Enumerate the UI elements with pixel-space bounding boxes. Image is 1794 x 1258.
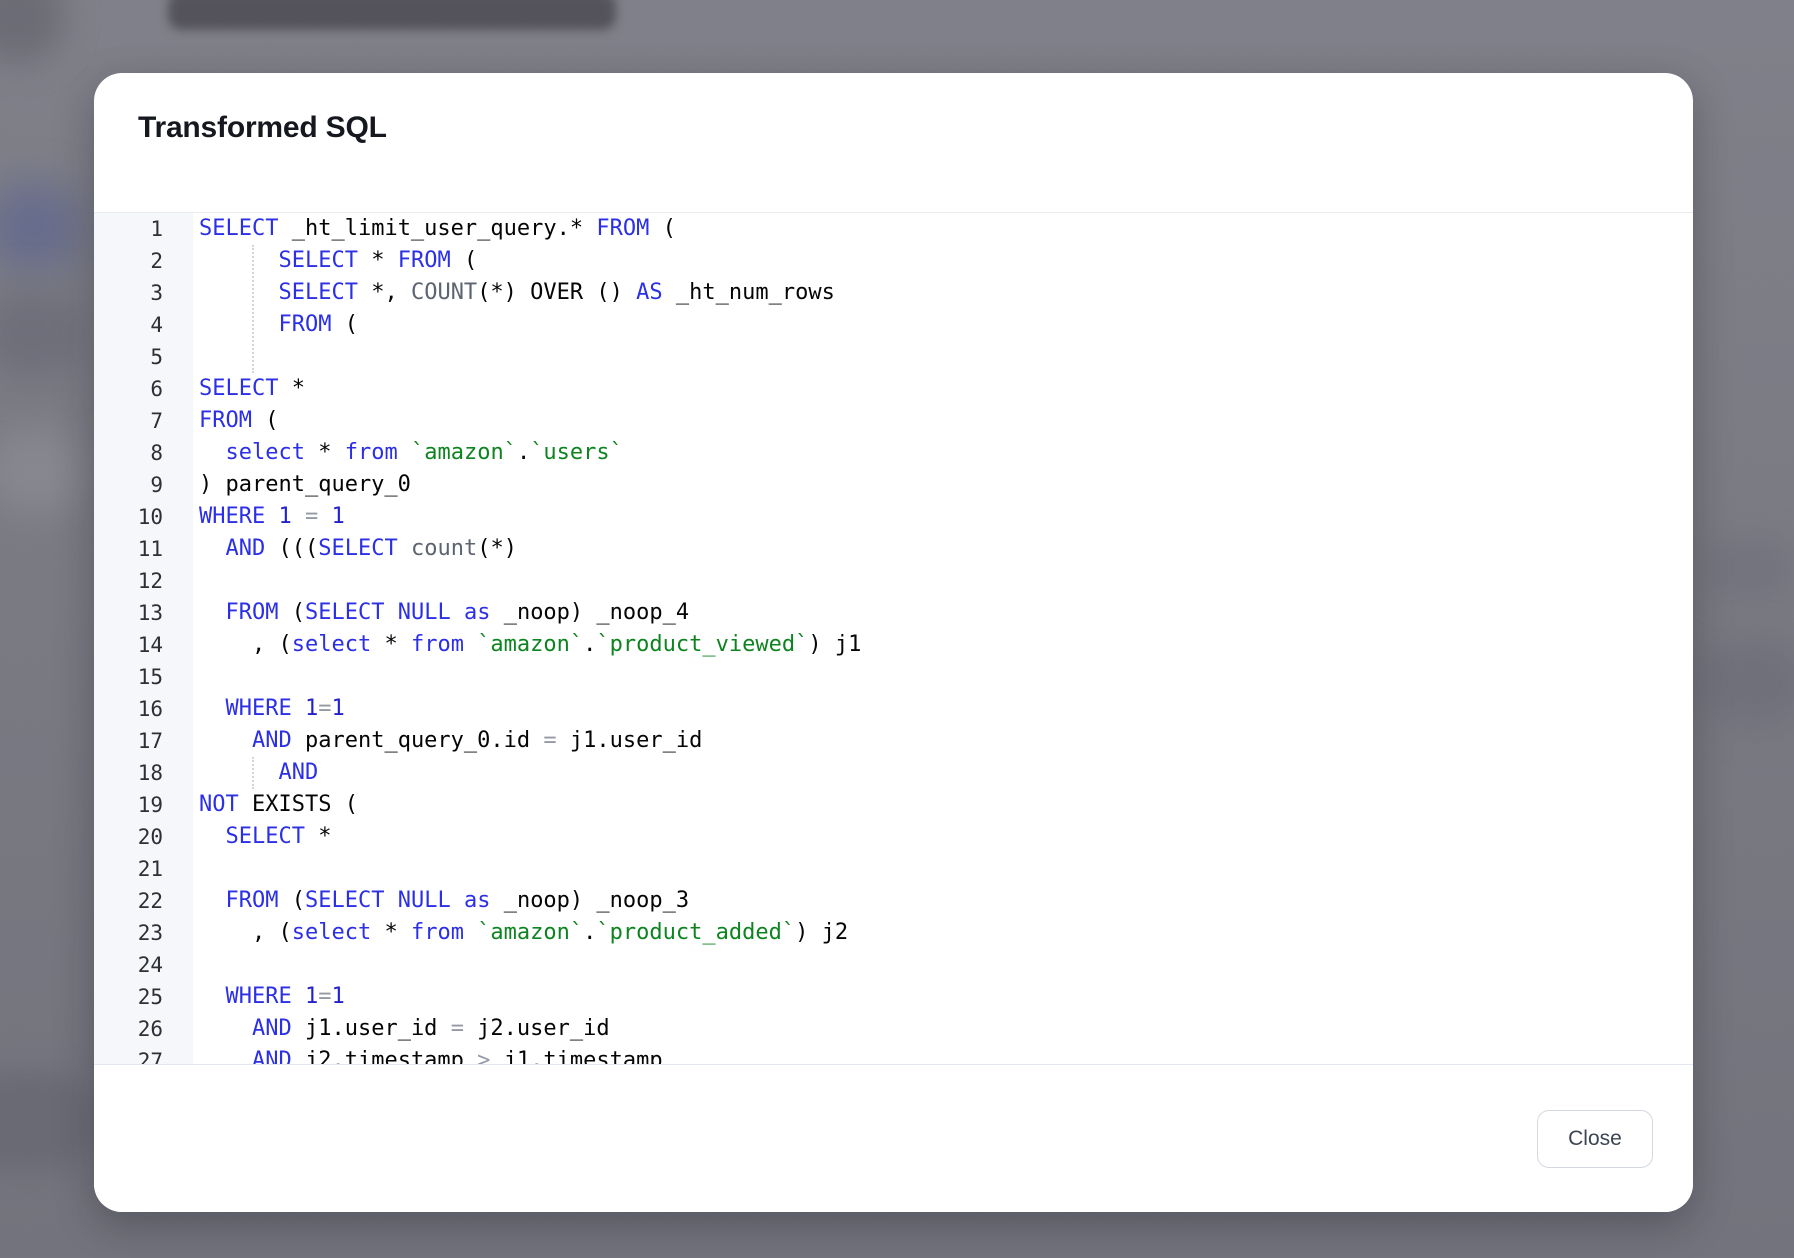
line-content <box>193 853 199 885</box>
dialog-header: Transformed SQL <box>94 73 1693 212</box>
line-number: 27 <box>94 1045 193 1065</box>
line-content: select * from `amazon`.`users` <box>193 437 623 469</box>
dialog-footer: Close <box>94 1065 1693 1212</box>
code-line: 4 FROM ( <box>94 309 1693 341</box>
line-content: FROM ( <box>193 405 278 437</box>
line-content: WHERE 1=1 <box>193 981 345 1013</box>
dialog-title: Transformed SQL <box>138 109 1649 147</box>
line-number: 23 <box>94 917 193 949</box>
code-line: 27 AND j2.timestamp > j1.timestamp <box>94 1045 1693 1065</box>
line-content <box>193 661 199 693</box>
sql-code-lines: 1SELECT _ht_limit_user_query.* FROM (2 S… <box>94 213 1693 1065</box>
line-number: 19 <box>94 789 193 821</box>
code-line: 16 WHERE 1=1 <box>94 693 1693 725</box>
code-line: 7FROM ( <box>94 405 1693 437</box>
line-number: 9 <box>94 469 193 501</box>
line-content: FROM ( <box>193 309 358 341</box>
line-content: AND <box>193 757 318 789</box>
line-number: 5 <box>94 341 193 373</box>
line-content: SELECT *, COUNT(*) OVER () AS _ht_num_ro… <box>193 277 835 309</box>
code-line: 1SELECT _ht_limit_user_query.* FROM ( <box>94 213 1693 245</box>
line-number: 21 <box>94 853 193 885</box>
line-number: 11 <box>94 533 193 565</box>
line-number: 10 <box>94 501 193 533</box>
code-line: 5 <box>94 341 1693 373</box>
sql-code-viewer[interactable]: 1SELECT _ht_limit_user_query.* FROM (2 S… <box>94 212 1693 1065</box>
code-line: 15 <box>94 661 1693 693</box>
line-content: WHERE 1 = 1 <box>193 501 345 533</box>
line-content: , (select * from `amazon`.`product_added… <box>193 917 848 949</box>
line-content: NOT EXISTS ( <box>193 789 358 821</box>
line-number: 24 <box>94 949 193 981</box>
line-content: AND (((SELECT count(*) <box>193 533 517 565</box>
line-content: ) parent_query_0 <box>193 469 411 501</box>
code-line: 18 AND <box>94 757 1693 789</box>
line-number: 14 <box>94 629 193 661</box>
line-content: WHERE 1=1 <box>193 693 345 725</box>
line-content: SELECT * <box>193 821 331 853</box>
code-line: 12 <box>94 565 1693 597</box>
line-number: 4 <box>94 309 193 341</box>
line-number: 20 <box>94 821 193 853</box>
line-content: SELECT _ht_limit_user_query.* FROM ( <box>193 213 676 245</box>
line-number: 3 <box>94 277 193 309</box>
line-content: SELECT * <box>193 373 305 405</box>
code-line: 13 FROM (SELECT NULL as _noop) _noop_4 <box>94 597 1693 629</box>
line-content: FROM (SELECT NULL as _noop) _noop_3 <box>193 885 689 917</box>
code-line: 8 select * from `amazon`.`users` <box>94 437 1693 469</box>
code-line: 23 , (select * from `amazon`.`product_ad… <box>94 917 1693 949</box>
transformed-sql-dialog: Transformed SQL 1SELECT _ht_limit_user_q… <box>94 73 1693 1212</box>
code-line: 3 SELECT *, COUNT(*) OVER () AS _ht_num_… <box>94 277 1693 309</box>
code-line: 19NOT EXISTS ( <box>94 789 1693 821</box>
screen: { "dialog": { "title": "Transformed SQL"… <box>0 0 1794 1258</box>
line-content: , (select * from `amazon`.`product_viewe… <box>193 629 861 661</box>
line-number: 22 <box>94 885 193 917</box>
line-number: 1 <box>94 213 193 245</box>
line-number: 18 <box>94 757 193 789</box>
code-line: 26 AND j1.user_id = j2.user_id <box>94 1013 1693 1045</box>
code-line: 20 SELECT * <box>94 821 1693 853</box>
line-content <box>193 949 199 981</box>
line-content: AND parent_query_0.id = j1.user_id <box>193 725 702 757</box>
code-line: 22 FROM (SELECT NULL as _noop) _noop_3 <box>94 885 1693 917</box>
line-number: 8 <box>94 437 193 469</box>
line-content: FROM (SELECT NULL as _noop) _noop_4 <box>193 597 689 629</box>
line-content <box>193 565 199 597</box>
code-line: 17 AND parent_query_0.id = j1.user_id <box>94 725 1693 757</box>
code-line: 6SELECT * <box>94 373 1693 405</box>
code-line: 25 WHERE 1=1 <box>94 981 1693 1013</box>
line-number: 17 <box>94 725 193 757</box>
line-content: SELECT * FROM ( <box>193 245 477 277</box>
line-number: 15 <box>94 661 193 693</box>
code-line: 9) parent_query_0 <box>94 469 1693 501</box>
line-number: 25 <box>94 981 193 1013</box>
line-number: 2 <box>94 245 193 277</box>
line-number: 26 <box>94 1013 193 1045</box>
line-content <box>193 341 199 373</box>
code-line: 11 AND (((SELECT count(*) <box>94 533 1693 565</box>
code-line: 2 SELECT * FROM ( <box>94 245 1693 277</box>
line-number: 13 <box>94 597 193 629</box>
line-content: AND j1.user_id = j2.user_id <box>193 1013 610 1045</box>
line-content: AND j2.timestamp > j1.timestamp <box>193 1045 663 1065</box>
close-button[interactable]: Close <box>1537 1110 1653 1168</box>
line-number: 16 <box>94 693 193 725</box>
line-number: 12 <box>94 565 193 597</box>
code-line: 21 <box>94 853 1693 885</box>
code-line: 10WHERE 1 = 1 <box>94 501 1693 533</box>
code-line: 14 , (select * from `amazon`.`product_vi… <box>94 629 1693 661</box>
line-number: 6 <box>94 373 193 405</box>
code-line: 24 <box>94 949 1693 981</box>
line-number: 7 <box>94 405 193 437</box>
